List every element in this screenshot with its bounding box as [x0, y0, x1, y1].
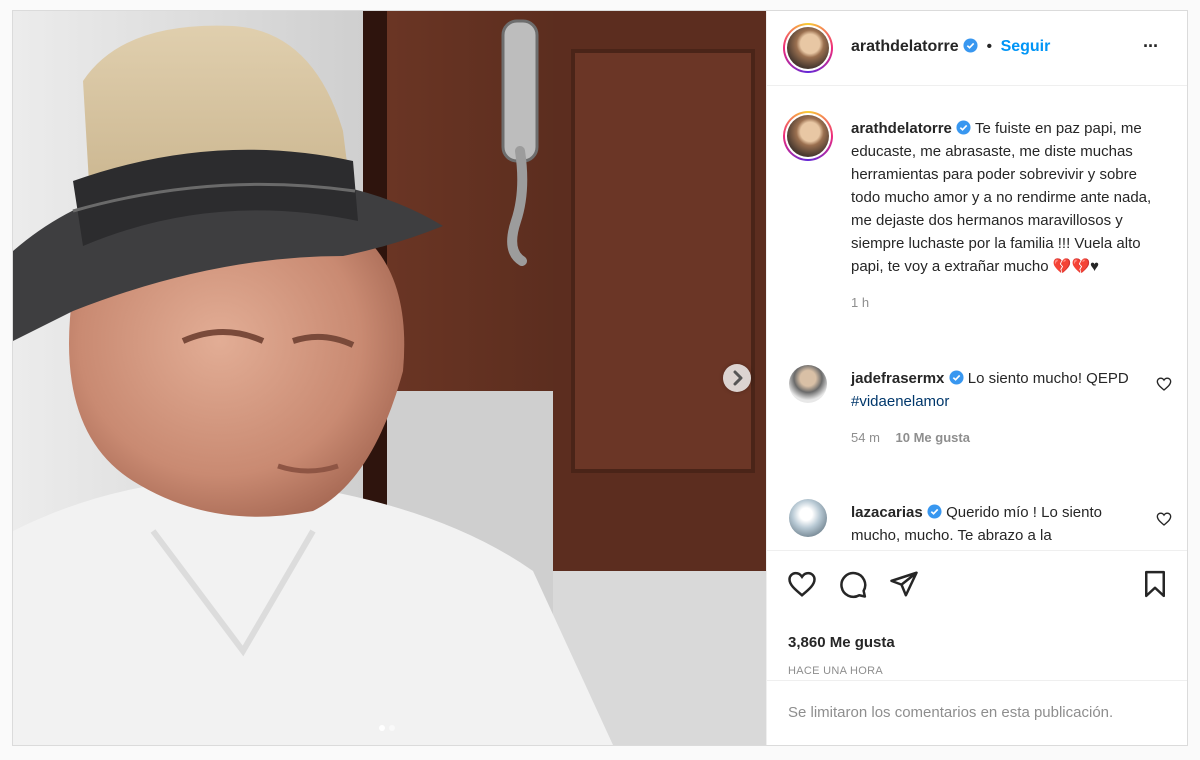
verified-badge-icon: [927, 504, 942, 519]
photo-illustration: [13, 11, 766, 745]
commenter-username[interactable]: jadefrasermx: [851, 370, 944, 387]
comment-likes[interactable]: 10 Me gusta: [896, 430, 970, 445]
verified-badge-icon: [956, 120, 971, 135]
comment-text: Lo siento mucho! QEPD: [967, 370, 1129, 387]
post-header: arathdelatorre • Seguir ···: [767, 11, 1187, 86]
comments-limited-text: Se limitaron los comentarios en esta pub…: [788, 704, 1114, 721]
comment-item: jadefrasermx Lo siento mucho! QEPD #vida…: [767, 363, 1187, 473]
caption-time[interactable]: 1 h: [851, 291, 1167, 314]
follow-button[interactable]: Seguir: [1001, 38, 1051, 55]
chevron-right-icon: [733, 370, 743, 386]
post-actions: 3,860 Me gusta HACE UNA HORA: [767, 550, 1187, 681]
author-avatar[interactable]: [783, 23, 833, 73]
comment-like-heart-icon[interactable]: [1156, 511, 1172, 527]
more-dots-icon: ···: [1143, 36, 1159, 56]
caption-avatar[interactable]: [783, 111, 833, 161]
comment-bubble-icon[interactable]: [838, 569, 868, 599]
verified-badge-icon: [963, 38, 978, 53]
carousel-dot: [389, 725, 395, 731]
carousel-dot: [379, 725, 385, 731]
like-heart-icon[interactable]: [787, 569, 817, 599]
post-dialog: arathdelatorre • Seguir ··· arathdelator…: [12, 10, 1188, 746]
caption-username[interactable]: arathdelatorre: [851, 120, 952, 137]
caption-text: Te fuiste en paz papi, me educaste, me a…: [851, 120, 1152, 275]
save-bookmark-icon[interactable]: [1140, 569, 1170, 599]
commenter-avatar[interactable]: [789, 499, 827, 537]
post-side-panel: arathdelatorre • Seguir ··· arathdelator…: [766, 11, 1187, 745]
comment-hashtag[interactable]: #vidaenelamor: [851, 393, 949, 410]
comments-limited-notice: Se limitaron los comentarios en esta pub…: [767, 680, 1187, 745]
commenter-username[interactable]: lazacarias: [851, 504, 923, 521]
comment-like-heart-icon[interactable]: [1156, 376, 1172, 392]
share-paper-plane-icon[interactable]: [889, 569, 919, 599]
post-photo[interactable]: [13, 11, 766, 745]
commenter-avatar[interactable]: [789, 365, 827, 403]
comment-time[interactable]: 54 m: [851, 430, 880, 445]
comment-item: lazacarias Querido mío ! Lo siento mucho…: [767, 493, 1187, 547]
likes-count[interactable]: 3,860 Me gusta: [788, 634, 895, 651]
carousel-next-button[interactable]: [723, 364, 751, 392]
author-username[interactable]: arathdelatorre: [851, 38, 959, 55]
verified-badge-icon: [949, 370, 964, 385]
separator-dot: •: [986, 38, 993, 55]
post-timestamp[interactable]: HACE UNA HORA: [788, 665, 883, 677]
carousel-dots: [379, 718, 399, 731]
more-options-button[interactable]: ···: [1143, 36, 1159, 57]
